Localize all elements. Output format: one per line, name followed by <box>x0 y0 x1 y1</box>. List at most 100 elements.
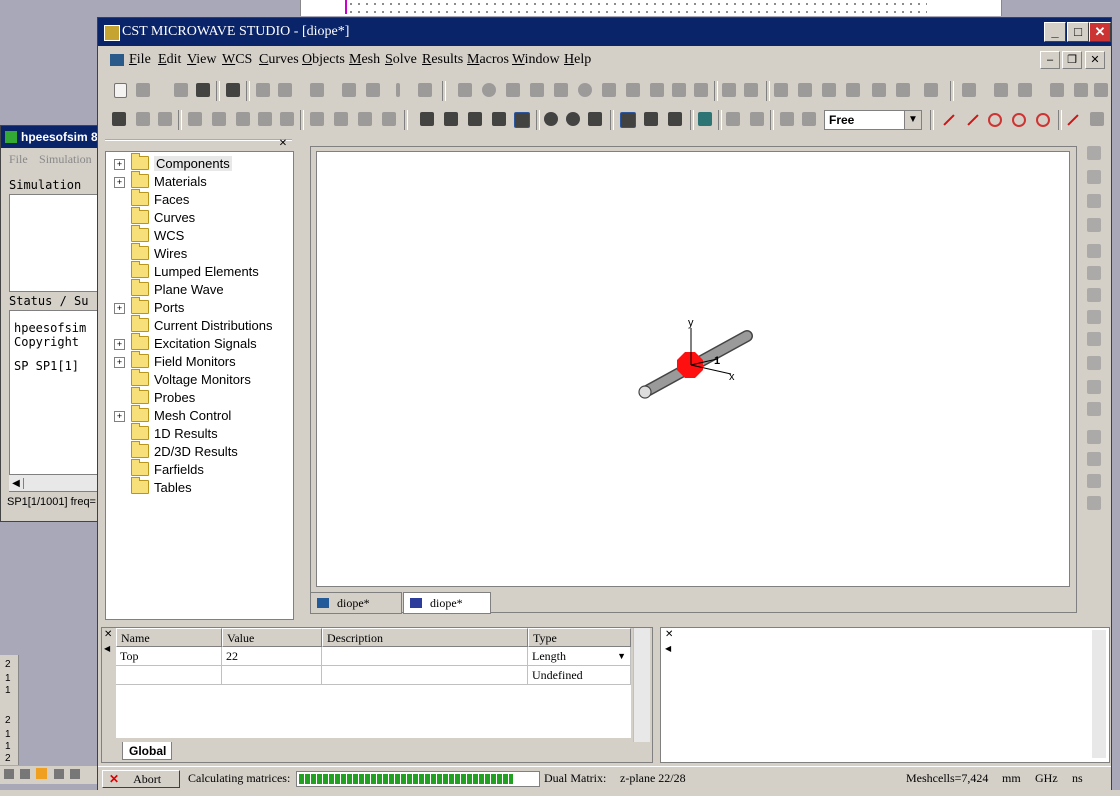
curve-edit-icon[interactable] <box>994 83 1008 97</box>
param-description-cell[interactable] <box>322 647 528 666</box>
view-top-icon[interactable] <box>802 112 816 126</box>
cone-icon[interactable] <box>530 83 544 97</box>
extrude-icon[interactable] <box>602 83 616 97</box>
spline-icon[interactable] <box>1090 112 1104 126</box>
panel-close-icon[interactable]: ✕ <box>665 630 675 640</box>
tree-item-1d-results[interactable]: 1D Results <box>114 423 218 443</box>
menu-results[interactable]: Results <box>422 52 463 68</box>
arc-icon[interactable] <box>1067 114 1079 126</box>
symmetry-icon[interactable] <box>1087 266 1101 280</box>
col-header-type[interactable]: Type <box>528 628 631 647</box>
mdi-close-button[interactable]: ✕ <box>1085 51 1105 69</box>
zoom-window-icon[interactable] <box>514 112 530 128</box>
mdi-restore-button[interactable]: ❐ <box>1062 51 1082 69</box>
rotate-icon[interactable] <box>626 83 640 97</box>
working-plane-icon[interactable] <box>698 112 712 126</box>
view-mode-select[interactable]: Free ▼ <box>824 110 922 130</box>
monitor-icon[interactable] <box>1087 218 1101 232</box>
solver-i-icon[interactable] <box>1087 496 1101 510</box>
pick-face-icon[interactable] <box>158 112 172 126</box>
menu-edit[interactable]: Edit <box>158 52 181 68</box>
cylinder-icon[interactable] <box>506 83 520 97</box>
mesh-icon[interactable] <box>1087 356 1101 370</box>
tree-item-ports[interactable]: + Ports <box>114 297 184 317</box>
warning-icon[interactable] <box>396 83 400 97</box>
tab-global[interactable]: Global <box>122 742 172 760</box>
template-icon[interactable] <box>1087 402 1101 416</box>
check-icon[interactable] <box>418 83 432 97</box>
pick-point-icon[interactable] <box>188 112 202 126</box>
result-icon[interactable] <box>1087 380 1101 394</box>
pick-center-icon[interactable] <box>236 112 250 126</box>
tree-item-curves[interactable]: Curves <box>114 207 195 227</box>
menu-macros[interactable]: Macros <box>467 52 509 68</box>
boolean-subtract-icon[interactable] <box>798 83 812 97</box>
rotate-view-icon[interactable] <box>420 112 434 126</box>
abort-button[interactable]: ✕ Abort <box>102 770 180 788</box>
sim-title-bar[interactable]: hpeesofsim 817 <box>1 126 101 148</box>
param-value-cell[interactable] <box>222 666 322 685</box>
solver-f-icon[interactable] <box>1087 452 1101 466</box>
scroll-left-icon[interactable]: ◀ <box>665 644 675 653</box>
circle-icon[interactable] <box>988 113 1002 127</box>
menu-file[interactable]: File <box>129 52 151 68</box>
tree-item-wires[interactable]: Wires <box>114 243 187 263</box>
expand-icon[interactable]: + <box>114 177 125 188</box>
param-type-cell[interactable]: Length ▼ <box>528 647 631 666</box>
view-icon[interactable] <box>70 769 80 779</box>
boolean-add-icon[interactable] <box>774 83 788 97</box>
tab-model-view[interactable]: diope* <box>310 592 402 614</box>
mesh-view-icon[interactable] <box>750 112 764 126</box>
cst-window[interactable]: CST MICROWAVE STUDIO - [diope*] _ □ ✕ Fi… <box>97 17 1112 791</box>
expand-icon[interactable]: + <box>114 159 125 170</box>
dolly-view-icon[interactable] <box>492 112 506 126</box>
pick-edge-icon[interactable] <box>212 112 226 126</box>
view-front-icon[interactable] <box>780 112 794 126</box>
pan-view-icon[interactable] <box>468 112 482 126</box>
expand-icon[interactable]: + <box>114 339 125 350</box>
maximize-button[interactable]: □ <box>1067 22 1089 42</box>
close-button[interactable]: ✕ <box>1089 22 1111 42</box>
tree-item-farfields[interactable]: Farfields <box>114 459 204 479</box>
mdi-minimize-button[interactable]: – <box>1040 51 1060 69</box>
view-icon[interactable] <box>54 769 64 779</box>
shell-icon[interactable] <box>722 83 736 97</box>
parameter-vertical-scrollbar[interactable] <box>633 628 650 742</box>
grid-view-icon[interactable] <box>644 112 658 126</box>
pick-between-icon[interactable] <box>382 112 396 126</box>
ellipse-icon[interactable] <box>578 83 592 97</box>
col-header-description[interactable]: Description <box>322 628 528 647</box>
boundary-icon[interactable] <box>1087 244 1101 258</box>
menu-view[interactable]: View <box>187 52 217 68</box>
param-type-cell[interactable]: Undefined <box>528 666 631 685</box>
list-icon[interactable] <box>4 769 14 779</box>
menu-help[interactable]: Help <box>564 52 591 68</box>
save-all-icon[interactable] <box>196 83 210 97</box>
col-header-name[interactable]: Name <box>116 628 222 647</box>
tree-item-tables[interactable]: Tables <box>114 477 192 497</box>
blend-icon[interactable] <box>672 83 686 97</box>
cut-icon[interactable] <box>278 83 292 97</box>
history-icon[interactable] <box>310 83 324 97</box>
zoom-icon[interactable] <box>544 112 558 126</box>
loft-icon[interactable] <box>650 83 664 97</box>
folder-icon[interactable] <box>36 768 47 779</box>
tab-schematic-view[interactable]: diope* <box>403 592 491 614</box>
zoom-fit-icon[interactable] <box>566 112 580 126</box>
line-icon[interactable] <box>943 114 955 126</box>
3d-viewport[interactable]: y x 1 <box>316 151 1070 587</box>
tree-item-materials[interactable]: + Materials <box>114 171 207 191</box>
minimize-button[interactable]: _ <box>1044 22 1066 42</box>
wireframe-icon[interactable] <box>668 112 682 126</box>
probe-icon[interactable] <box>1087 310 1101 324</box>
tree-item-faces[interactable]: Faces <box>114 189 189 209</box>
sim-window[interactable]: hpeesofsim 817 File Simulation Simulatio… <box>0 125 103 522</box>
zoom-selection-icon[interactable] <box>588 112 602 126</box>
menu-window[interactable]: Window <box>512 52 560 68</box>
expand-icon[interactable]: + <box>114 303 125 314</box>
message-vertical-scrollbar[interactable] <box>1092 630 1106 758</box>
boolean-intersect-icon[interactable] <box>822 83 836 97</box>
save-icon[interactable] <box>174 83 188 97</box>
curve-trim-icon[interactable] <box>1018 83 1032 97</box>
chevron-down-icon[interactable]: ▼ <box>617 647 626 665</box>
